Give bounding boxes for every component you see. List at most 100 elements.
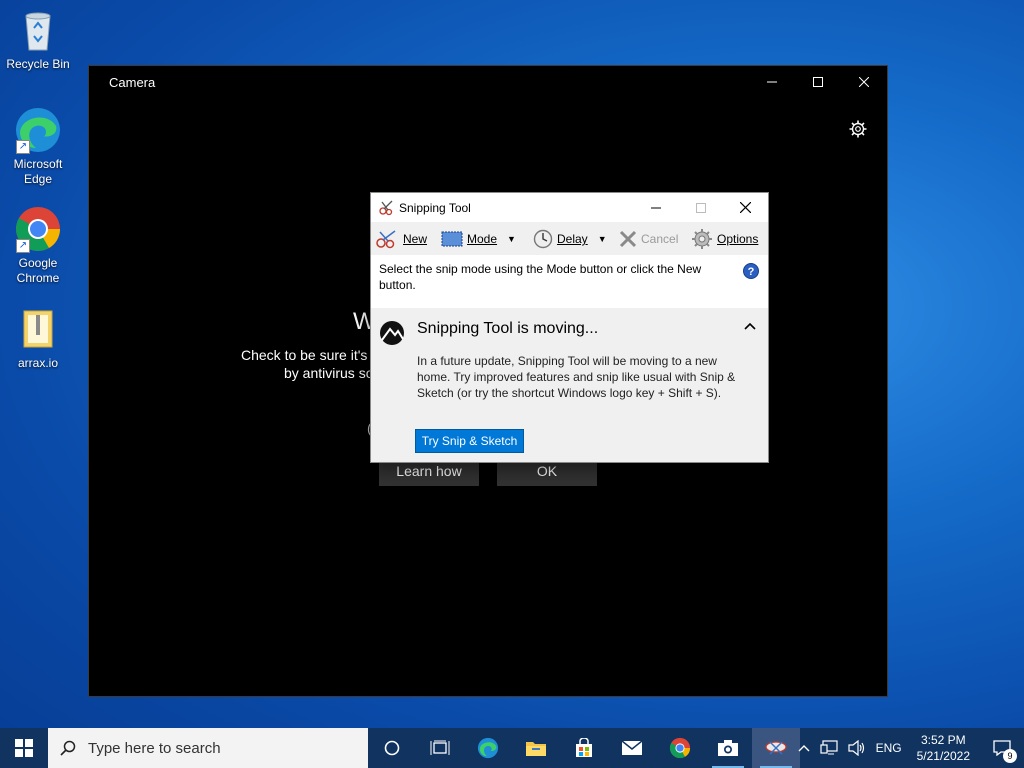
instruction-text: Select the snip mode using the Mode butt… (379, 262, 702, 292)
cancel-label: Cancel (641, 232, 679, 246)
maximize-icon (695, 202, 706, 213)
desktop-icon-arrax[interactable]: arrax.io (4, 305, 72, 371)
close-icon (740, 202, 751, 213)
taskbar-camera[interactable] (704, 728, 752, 768)
snipping-tool-window[interactable]: Snipping Tool New Mode ▼ Delay ▼ Cancel … (370, 192, 769, 463)
clock-icon (533, 229, 553, 249)
new-snip-icon (376, 230, 396, 249)
help-icon[interactable]: ? (743, 263, 759, 279)
minimize-icon (650, 207, 661, 208)
cortana-circle-icon (384, 740, 400, 756)
close-button[interactable] (841, 66, 887, 98)
action-center-button[interactable]: 9 (980, 728, 1024, 768)
new-label: New (403, 232, 428, 246)
scissors-icon (379, 200, 393, 216)
shortcut-arrow-icon: ↗ (16, 140, 30, 154)
dropdown-arrow-icon: ▼ (507, 234, 516, 244)
taskbar-chrome[interactable] (656, 728, 704, 768)
banner-text: In a future update, Snipping Tool will b… (417, 354, 736, 400)
clock-button[interactable]: 3:52 PM 5/21/2022 (907, 728, 980, 768)
camera-message-line2: by antivirus so (284, 365, 374, 381)
shortcut-arrow-icon: ↗ (16, 239, 30, 253)
mode-button[interactable]: Mode ▼ (441, 228, 516, 250)
chrome-icon (669, 737, 691, 759)
cancel-x-icon (619, 230, 637, 248)
taskbar-store[interactable] (560, 728, 608, 768)
camera-icon (718, 740, 738, 756)
title-bar[interactable]: Snipping Tool (371, 193, 768, 222)
minimize-button[interactable] (633, 193, 678, 222)
maximize-icon (813, 77, 823, 87)
instruction-area: Select the snip mode using the Mode butt… (371, 255, 768, 301)
speaker-icon (847, 740, 864, 756)
recycle-bin-icon (14, 6, 62, 54)
notification-count-badge: 9 (1003, 749, 1017, 763)
show-hidden-icons-button[interactable] (793, 728, 815, 768)
gear-icon (849, 120, 867, 138)
taskbar-file-explorer[interactable] (512, 728, 560, 768)
toolbar: New Mode ▼ Delay ▼ Cancel Options (371, 222, 768, 255)
desktop-icon-label: arrax.io (17, 356, 58, 370)
network-icon (819, 740, 838, 755)
minimize-icon (767, 81, 777, 83)
search-icon (60, 740, 76, 756)
chrome-icon: ↗ (14, 205, 62, 253)
chevron-up-icon[interactable] (744, 322, 756, 330)
delay-button[interactable]: Delay ▼ (533, 228, 607, 250)
clock-date: 5/21/2022 (916, 749, 970, 763)
start-button[interactable] (0, 728, 48, 768)
edge-icon: ↗ (14, 106, 62, 154)
scissors-icon (765, 741, 787, 755)
moving-notice-banner: Snipping Tool is moving... In a future u… (371, 308, 768, 462)
folder-zip-icon (14, 305, 62, 353)
task-view-icon (430, 740, 450, 755)
desktop-icon-edge[interactable]: ↗ Microsoft Edge (4, 106, 72, 187)
window-title: Camera (109, 75, 156, 90)
mail-icon (621, 740, 643, 755)
taskbar-edge[interactable] (464, 728, 512, 768)
windows-logo-icon (15, 739, 33, 757)
desktop-icon-recycle-bin[interactable]: Recycle Bin (4, 6, 72, 72)
chevron-up-icon (798, 745, 810, 752)
input-language-button[interactable]: ENG (871, 728, 907, 768)
network-button[interactable] (815, 728, 843, 768)
task-view-button[interactable] (416, 728, 464, 768)
minimize-button[interactable] (749, 66, 795, 98)
close-icon (859, 77, 869, 87)
snip-sketch-logo-icon (380, 321, 404, 345)
desktop-icon-chrome[interactable]: ↗ Google Chrome (4, 205, 72, 286)
learn-how-label: Learn how (396, 463, 462, 479)
search-box[interactable]: Type here to search (48, 728, 368, 768)
maximize-button[interactable] (795, 66, 841, 98)
window-title: Snipping Tool (399, 201, 471, 215)
new-button[interactable]: New (375, 228, 427, 250)
mode-label: Mode (467, 232, 498, 246)
options-button[interactable]: Options (691, 228, 758, 250)
clock-time: 3:52 PM (920, 733, 966, 747)
folder-icon (526, 742, 546, 756)
cancel-button[interactable]: Cancel (619, 228, 678, 250)
options-label: Options (717, 232, 759, 246)
dropdown-arrow-icon: ▼ (597, 234, 607, 244)
language-label: ENG (875, 741, 902, 755)
edge-icon (477, 737, 499, 759)
taskbar-mail[interactable] (608, 728, 656, 768)
close-button[interactable] (723, 193, 768, 222)
settings-button[interactable] (849, 120, 867, 143)
try-snip-sketch-button[interactable]: Try Snip & Sketch (415, 429, 524, 453)
desktop-icon-label: Recycle Bin (6, 57, 70, 71)
store-icon (576, 738, 592, 757)
search-placeholder: Type here to search (88, 739, 221, 757)
system-tray: ENG 3:52 PM 5/21/2022 9 (793, 728, 1024, 768)
try-snip-sketch-label: Try Snip & Sketch (421, 434, 518, 448)
taskbar: Type here to search ENG 3:52 PM 5/21/202… (0, 728, 1024, 768)
cortana-button[interactable] (368, 728, 416, 768)
ok-label: OK (536, 463, 558, 479)
maximize-button[interactable] (678, 193, 723, 222)
volume-button[interactable] (843, 728, 871, 768)
banner-heading: Snipping Tool is moving... (417, 320, 599, 337)
options-gear-icon (692, 229, 712, 249)
desktop-icon-label: Microsoft Edge (13, 157, 63, 186)
delay-label: Delay (557, 232, 588, 246)
desktop-icon-label: Google Chrome (16, 256, 60, 285)
